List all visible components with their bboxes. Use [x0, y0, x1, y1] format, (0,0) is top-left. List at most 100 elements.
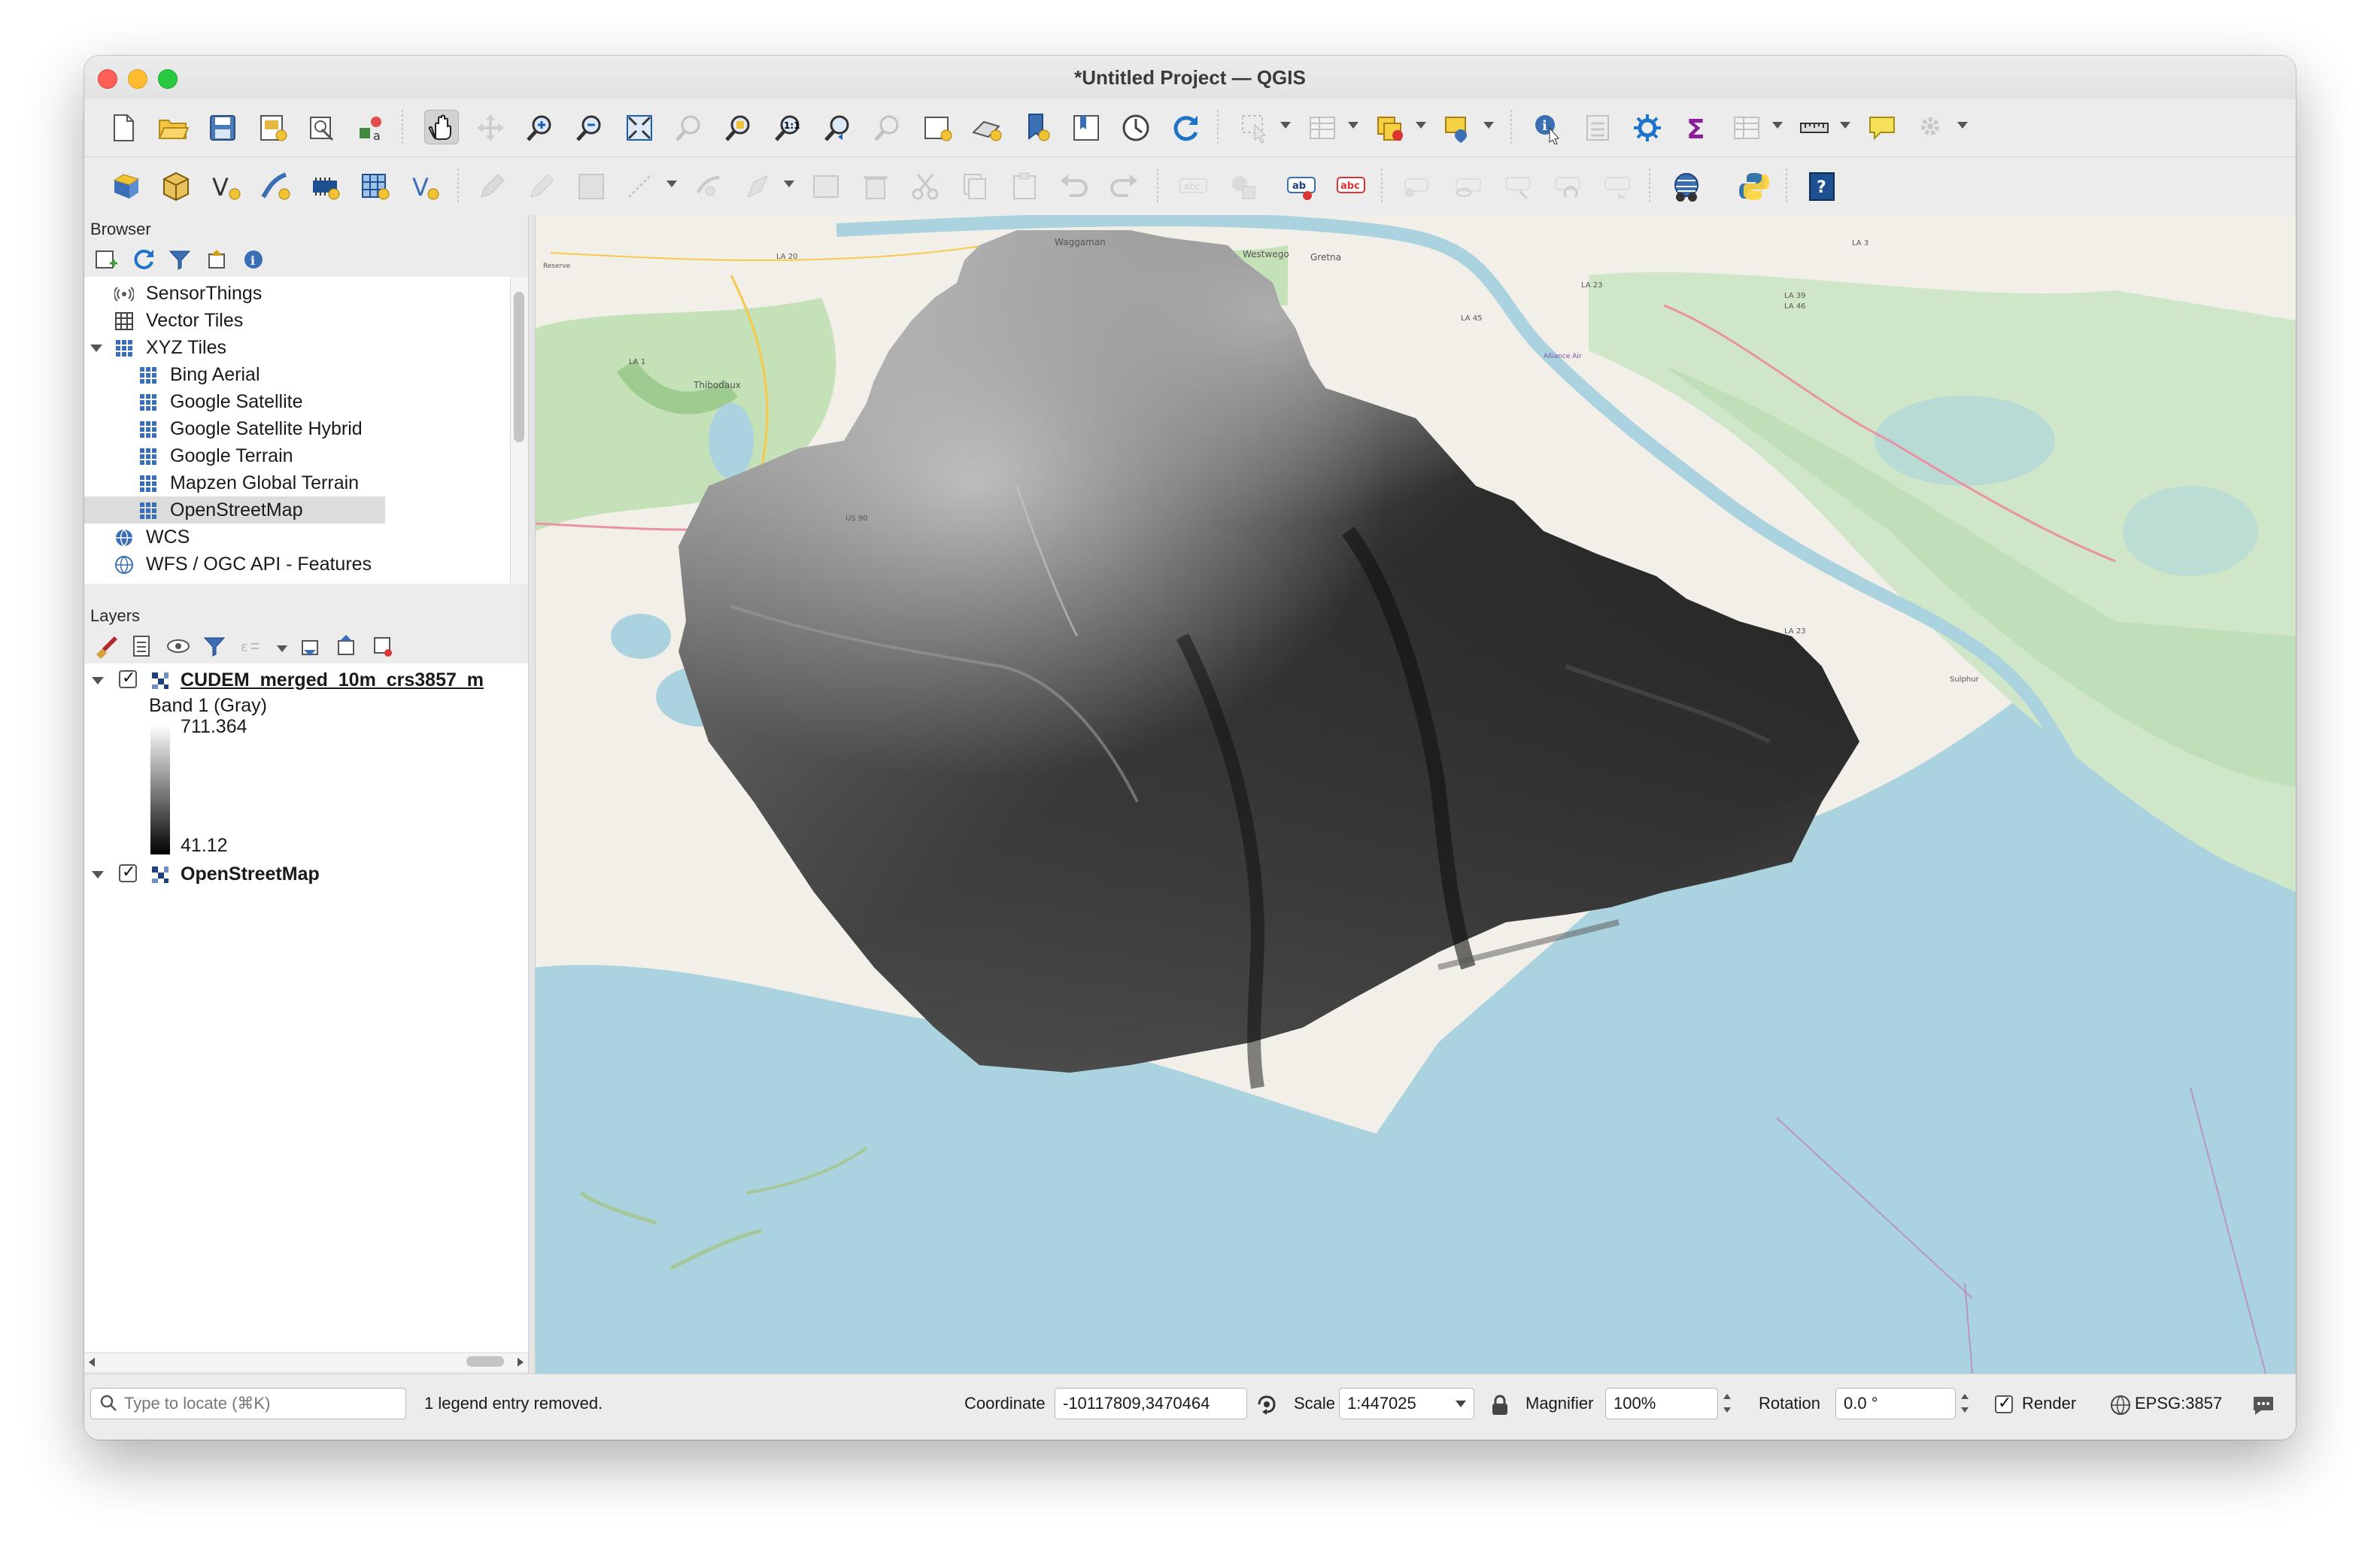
show-hide-label-icon[interactable]: [1452, 170, 1485, 203]
delete-selected-icon[interactable]: [859, 170, 892, 203]
save-layer-edits-icon[interactable]: [575, 170, 608, 203]
browser-item-google-satellite-hybrid[interactable]: Google Satellite Hybrid: [84, 415, 510, 442]
zoom-native-icon[interactable]: 1:1: [772, 111, 805, 144]
zoom-next-icon[interactable]: [871, 111, 904, 144]
new-map-view-icon[interactable]: [921, 111, 954, 144]
crs-button[interactable]: EPSG:3857: [2135, 1394, 2222, 1413]
expanded-chevron-icon[interactable]: [92, 677, 104, 684]
zoom-to-selection-icon[interactable]: [672, 111, 706, 144]
properties-info-icon[interactable]: i: [241, 247, 266, 272]
panel-splitter[interactable]: [528, 215, 536, 1373]
browser-item-wcs[interactable]: WCS: [84, 524, 510, 551]
redo-icon[interactable]: [1107, 170, 1140, 203]
save-project-icon[interactable]: [206, 111, 239, 144]
expanded-chevron-icon[interactable]: [92, 871, 104, 879]
magnifier-spinbox[interactable]: 100%: [1605, 1388, 1718, 1419]
map-tips-icon[interactable]: [1865, 111, 1899, 144]
deselect-features-icon[interactable]: [1374, 111, 1407, 144]
attribute-table-icon[interactable]: [1730, 111, 1763, 144]
magnifier-stepper[interactable]: [1720, 1388, 1735, 1419]
browser-scroll-thumb[interactable]: [514, 292, 524, 442]
new-temporary-scratch-layer-icon[interactable]: [308, 170, 342, 203]
identify-features-icon[interactable]: i: [1532, 111, 1565, 144]
layer-item-cudem[interactable]: CUDEM_merged_10m_crs3857_m: [84, 666, 528, 694]
scale-combobox[interactable]: 1:447025: [1339, 1388, 1474, 1419]
settings-icon[interactable]: [1915, 111, 1948, 144]
filter-browser-icon[interactable]: [167, 247, 193, 272]
toggle-extents-icon[interactable]: [1255, 1392, 1279, 1421]
style-layer-icon[interactable]: [93, 633, 119, 659]
new-project-icon[interactable]: [107, 111, 140, 144]
change-label-icon[interactable]: [1601, 170, 1634, 203]
undo-icon[interactable]: [1058, 170, 1091, 203]
open-attribute-table-icon[interactable]: [1306, 111, 1339, 144]
digitize-icon[interactable]: [624, 170, 657, 203]
select-features-icon[interactable]: [1238, 111, 1271, 144]
open-field-calculator-icon[interactable]: [1581, 111, 1614, 144]
collapse-all-icon[interactable]: [334, 633, 360, 659]
rotate-label-icon[interactable]: [1551, 170, 1584, 203]
zoom-full-icon[interactable]: [623, 111, 656, 144]
add-selected-layers-icon[interactable]: [93, 247, 119, 272]
refresh-browser-icon[interactable]: [131, 247, 156, 272]
browser-item-mapzen-global-terrain[interactable]: Mapzen Global Terrain: [84, 469, 510, 496]
expanded-chevron-icon[interactable]: [90, 344, 102, 352]
zoom-last-icon[interactable]: [821, 111, 855, 144]
new-3d-map-view-icon[interactable]: [970, 111, 1003, 144]
browser-item-xyz-tiles[interactable]: XYZ Tiles: [84, 334, 510, 361]
refresh-icon[interactable]: [1169, 111, 1202, 144]
move-label-icon[interactable]: [1501, 170, 1535, 203]
filter-expression-icon[interactable]: ε: [238, 633, 263, 659]
select-by-location-icon[interactable]: [1441, 111, 1474, 144]
messages-icon[interactable]: [2251, 1392, 2276, 1422]
browser-item-wfs[interactable]: WFS / OGC API - Features: [84, 551, 510, 578]
filter-legend-icon[interactable]: [202, 633, 227, 659]
copy-features-icon[interactable]: [958, 170, 991, 203]
open-project-icon[interactable]: [156, 111, 190, 144]
new-mesh-layer-icon[interactable]: V: [408, 170, 441, 203]
map-canvas[interactable]: Waggaman Westwego Gretna Thibodaux LA 20…: [536, 215, 2296, 1373]
browser-item-google-satellite[interactable]: Google Satellite: [84, 388, 510, 415]
pin-labels-icon[interactable]: [1226, 170, 1259, 203]
manage-visibility-icon[interactable]: [165, 633, 191, 659]
processing-toolbox-icon[interactable]: [1631, 111, 1664, 144]
vertex-tool-icon[interactable]: [692, 170, 725, 203]
rotation-spinbox[interactable]: 0.0 °: [1835, 1388, 1956, 1419]
layer-visibility-checkbox[interactable]: [119, 862, 137, 882]
quickmapservices-icon[interactable]: [1670, 170, 1703, 203]
label-toolbar-icon[interactable]: abc: [1176, 170, 1210, 203]
browser-scrollbar[interactable]: [510, 277, 529, 584]
zoom-in-icon[interactable]: [524, 111, 557, 144]
crs-globe-icon[interactable]: [2109, 1394, 2132, 1421]
highlight-pinned-labels-icon[interactable]: [1402, 170, 1435, 203]
layer-visibility-checkbox[interactable]: [119, 668, 137, 688]
render-checkbox[interactable]: [1995, 1393, 2013, 1413]
locate-search-input[interactable]: Type to locate (⌘K): [90, 1388, 406, 1419]
python-console-icon[interactable]: [1738, 170, 1771, 203]
pan-to-selection-icon[interactable]: [474, 111, 507, 144]
style-manager-icon[interactable]: a: [355, 111, 388, 144]
rotation-stepper[interactable]: [1957, 1388, 1972, 1419]
statistical-summary-icon[interactable]: Σ: [1680, 111, 1714, 144]
layer-labeling-options-icon[interactable]: ab: [1285, 170, 1318, 203]
layer-item-openstreetmap[interactable]: OpenStreetMap: [84, 860, 528, 888]
new-bookmark-icon[interactable]: [1020, 111, 1053, 144]
show-bookmarks-icon[interactable]: [1070, 111, 1103, 144]
help-icon[interactable]: ?: [1805, 170, 1838, 203]
new-print-layout-icon[interactable]: [256, 111, 289, 144]
layout-manager-icon[interactable]: [305, 111, 338, 144]
add-group-icon[interactable]: [129, 633, 155, 659]
current-edits-icon[interactable]: [475, 170, 508, 203]
paste-features-icon[interactable]: [1008, 170, 1041, 203]
new-spatialite-layer-icon[interactable]: [259, 170, 292, 203]
browser-item-vector-tiles[interactable]: Vector Tiles: [84, 307, 510, 334]
collapse-all-icon[interactable]: [205, 247, 230, 272]
lock-scale-icon[interactable]: [1489, 1394, 1510, 1421]
browser-item-openstreetmap[interactable]: OpenStreetMap: [84, 496, 385, 524]
data-source-manager-icon[interactable]: [110, 170, 143, 203]
zoom-to-layer-icon[interactable]: [722, 111, 755, 144]
attribute-editor-icon[interactable]: [809, 170, 842, 203]
browser-item-sensorthings[interactable]: SensorThings: [84, 280, 510, 307]
expand-all-icon[interactable]: [298, 633, 323, 659]
remove-layer-icon[interactable]: [370, 633, 396, 659]
